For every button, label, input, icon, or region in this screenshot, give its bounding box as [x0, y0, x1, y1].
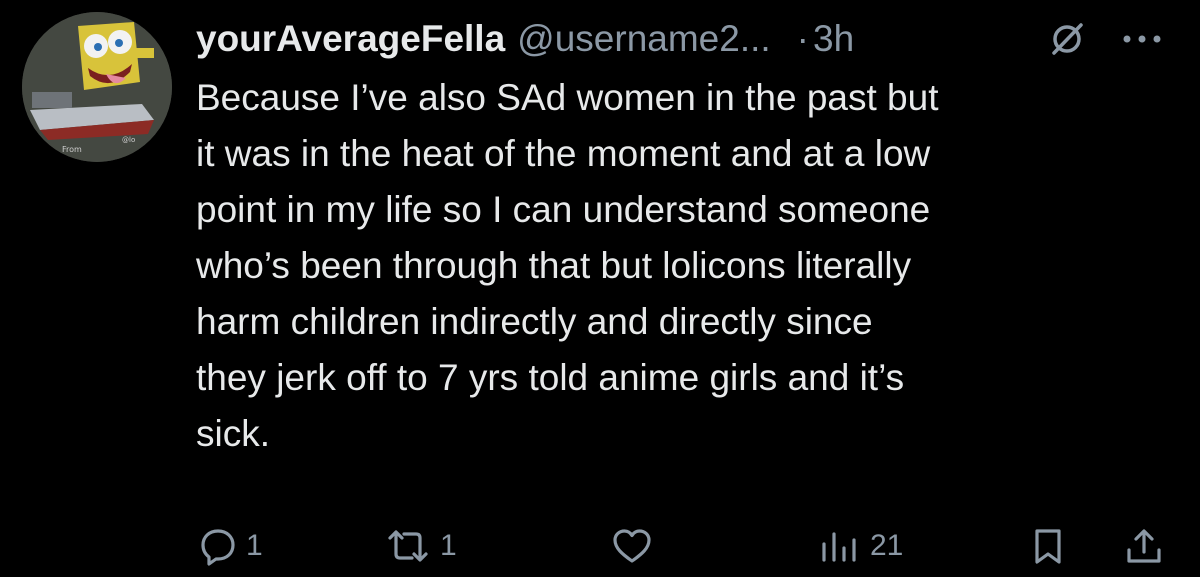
retweet-count: 1 [440, 529, 457, 562]
retweet-button[interactable]: 1 [384, 518, 457, 574]
author-handle[interactable]: @username2... [517, 18, 771, 59]
like-button[interactable] [610, 518, 662, 574]
tweet[interactable]: From @lo yourAverageFella @username2... · 3… [0, 0, 1200, 577]
views-button[interactable]: 21 [818, 518, 903, 574]
share-icon [1127, 529, 1161, 563]
svg-text:From: From [62, 145, 82, 154]
tweet-header: yourAverageFella @username2... · 3h [196, 14, 1186, 64]
reply-count: 1 [246, 529, 263, 562]
author-display-name[interactable]: yourAverageFella [196, 18, 505, 59]
tweet-text: Because I’ve also SAd women in the past … [196, 77, 939, 454]
svg-text:@lo: @lo [122, 136, 135, 144]
bookmark-icon [1035, 529, 1061, 564]
grok-icon[interactable] [1048, 20, 1086, 58]
heart-icon [613, 529, 651, 563]
more-icon[interactable] [1112, 20, 1172, 58]
spongebob-avatar-icon: From @lo [22, 12, 172, 162]
reply-icon [201, 529, 235, 566]
views-icon [822, 532, 856, 562]
retweet-icon [388, 530, 428, 562]
tweet-timestamp[interactable]: 3h [813, 18, 854, 59]
separator-dot: · [796, 18, 809, 59]
views-count: 21 [870, 529, 904, 562]
bookmark-button[interactable] [1028, 518, 1068, 574]
share-button[interactable] [1122, 518, 1166, 574]
tweet-action-bar: 1 1 21 [0, 518, 1200, 574]
reply-button[interactable]: 1 [198, 518, 263, 574]
avatar[interactable]: From @lo [22, 12, 172, 162]
